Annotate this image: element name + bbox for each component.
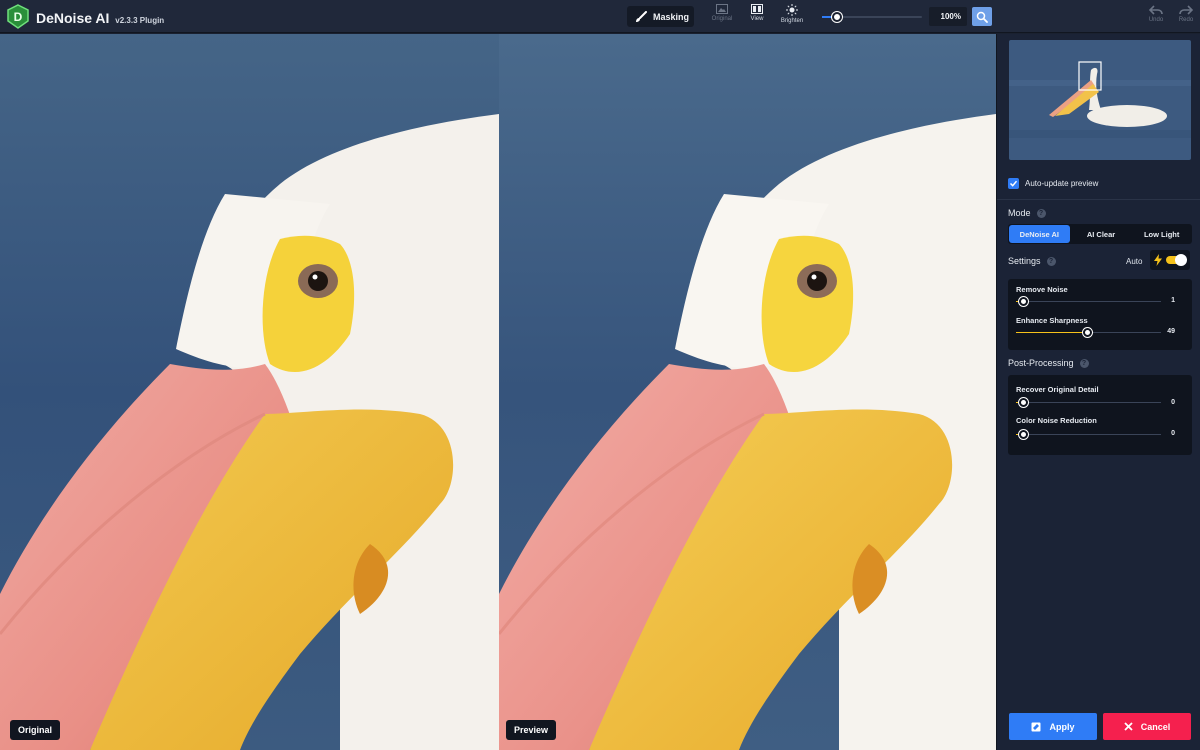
- zoom-slider-knob[interactable]: [832, 12, 842, 22]
- auto-update-label: Auto-update preview: [1025, 179, 1099, 188]
- redo-icon: [1179, 5, 1193, 15]
- app-logo-icon: D: [7, 4, 29, 29]
- color-noise-knob[interactable]: [1019, 430, 1029, 439]
- close-icon: [1124, 722, 1133, 731]
- mode-section-title: Mode ?: [1008, 208, 1046, 218]
- apply-label: Apply: [1049, 721, 1075, 732]
- redo-label: Redo: [1178, 17, 1194, 23]
- enhance-sharpness-slider[interactable]: [1016, 328, 1161, 337]
- original-pane-label: Original: [10, 720, 61, 740]
- mode-low-light[interactable]: Low Light: [1131, 224, 1192, 244]
- recover-detail-slider[interactable]: [1016, 398, 1161, 407]
- top-toolbar: D DeNoise AI v2.3.3 Plugin Masking Origi…: [0, 0, 1200, 33]
- auto-update-checkbox-row[interactable]: Auto-update preview: [1008, 178, 1098, 189]
- settings-panel: Auto-update preview Mode ? DeNoise AI AI…: [996, 34, 1200, 750]
- split-view-icon: [751, 4, 763, 14]
- help-icon[interactable]: ?: [1036, 208, 1046, 218]
- check-icon: [1009, 180, 1018, 187]
- post-processing-sliders: Recover Original Detail 0 Color Noise Re…: [1008, 375, 1192, 455]
- remove-noise-value: 1: [1171, 297, 1175, 304]
- undo-icon: [1149, 5, 1163, 15]
- sun-icon: [786, 4, 798, 16]
- image-icon: [716, 4, 728, 14]
- original-pelican-image: [0, 34, 499, 750]
- apply-icon: [1031, 722, 1041, 731]
- enhance-sharpness-label: Enhance Sharpness: [1016, 316, 1088, 325]
- app-title: DeNoise AI v2.3.3 Plugin: [36, 10, 164, 26]
- divider: [997, 199, 1200, 200]
- toggle-knob: [1175, 254, 1187, 266]
- auto-label: Auto: [1126, 257, 1143, 266]
- masking-button[interactable]: Masking: [627, 6, 694, 27]
- undo-label: Undo: [1148, 17, 1164, 23]
- app-title-text: DeNoise AI: [36, 10, 110, 26]
- auto-update-checkbox[interactable]: [1008, 178, 1019, 189]
- color-noise-label: Color Noise Reduction: [1016, 416, 1097, 425]
- enhance-sharpness-fill: [1016, 332, 1088, 333]
- settings-title: Settings: [1008, 256, 1041, 266]
- cancel-label: Cancel: [1140, 721, 1171, 732]
- recover-detail-value: 0: [1171, 399, 1175, 406]
- mode-title: Mode: [1008, 208, 1031, 218]
- navigator-image: [1009, 40, 1191, 160]
- mode-ai-clear[interactable]: AI Clear: [1071, 224, 1132, 244]
- view-label: View: [750, 16, 764, 22]
- mode-denoise-ai[interactable]: DeNoise AI: [1009, 225, 1070, 243]
- zoom-button[interactable]: [972, 7, 992, 26]
- view-button[interactable]: View: [739, 4, 775, 30]
- preview-pelican-image: [499, 34, 996, 750]
- enhance-sharpness-value: 49: [1167, 328, 1175, 335]
- original-view-label: Original: [711, 16, 733, 22]
- post-processing-section-title: Post-Processing ?: [1008, 358, 1089, 368]
- cancel-button[interactable]: Cancel: [1103, 713, 1191, 740]
- undo-button[interactable]: Undo: [1146, 5, 1166, 29]
- navigator-thumbnail[interactable]: [1009, 40, 1191, 160]
- original-image-pane[interactable]: Original: [0, 34, 499, 750]
- apply-button[interactable]: Apply: [1009, 713, 1097, 740]
- masking-label: Masking: [653, 11, 690, 22]
- settings-section-title: Settings ?: [1008, 256, 1056, 266]
- post-processing-title: Post-Processing: [1008, 358, 1074, 368]
- preview-image-pane[interactable]: Preview: [499, 34, 996, 750]
- recover-detail-knob[interactable]: [1019, 398, 1029, 407]
- magnifier-icon: [976, 11, 988, 23]
- recover-detail-label: Recover Original Detail: [1016, 385, 1099, 394]
- lightning-icon: [1154, 254, 1162, 266]
- remove-noise-slider[interactable]: [1016, 297, 1161, 306]
- app-version: v2.3.3 Plugin: [115, 16, 165, 25]
- remove-noise-label: Remove Noise: [1016, 285, 1068, 294]
- original-view-button[interactable]: Original: [704, 4, 740, 30]
- color-noise-slider[interactable]: [1016, 430, 1161, 439]
- brighten-button[interactable]: Brighten: [774, 4, 810, 30]
- settings-sliders: Remove Noise 1 Enhance Sharpness 49: [1008, 279, 1192, 350]
- redo-button[interactable]: Redo: [1176, 5, 1196, 29]
- remove-noise-knob[interactable]: [1019, 297, 1029, 306]
- zoom-slider[interactable]: [822, 12, 922, 22]
- zoom-value-field[interactable]: 100%: [929, 7, 967, 26]
- help-icon[interactable]: ?: [1079, 358, 1089, 368]
- help-icon[interactable]: ?: [1046, 256, 1056, 266]
- brush-icon: [636, 10, 647, 22]
- mode-selector: DeNoise AI AI Clear Low Light: [1008, 224, 1192, 244]
- brighten-label: Brighten: [780, 18, 804, 24]
- preview-pane-label: Preview: [506, 720, 557, 740]
- color-noise-value: 0: [1171, 430, 1175, 437]
- auto-toggle[interactable]: [1150, 250, 1190, 270]
- svg-text:D: D: [14, 10, 23, 24]
- enhance-sharpness-knob[interactable]: [1083, 328, 1093, 337]
